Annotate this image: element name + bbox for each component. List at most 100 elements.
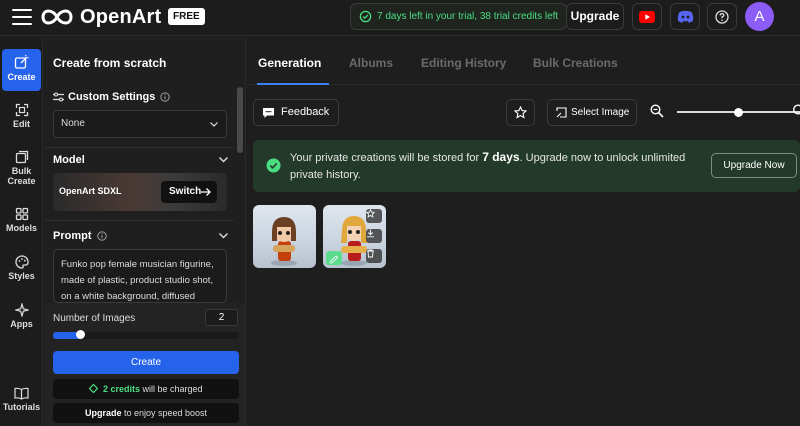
apps-icon bbox=[14, 303, 29, 317]
tab-generation[interactable]: Generation bbox=[258, 56, 321, 70]
favorites-button[interactable] bbox=[506, 99, 535, 126]
arrow-right-icon bbox=[201, 188, 211, 196]
custom-settings-header[interactable]: Custom Settings bbox=[53, 91, 171, 103]
main-tabs: Generation Albums Editing History Bulk C… bbox=[247, 37, 800, 85]
prompt-header[interactable]: Prompt bbox=[53, 230, 107, 242]
tab-editing-history[interactable]: Editing History bbox=[421, 56, 506, 70]
youtube-icon bbox=[639, 10, 655, 23]
panel-scrollbar[interactable] bbox=[237, 87, 243, 153]
generated-image[interactable] bbox=[323, 205, 386, 268]
help-icon bbox=[715, 9, 729, 24]
star-icon bbox=[514, 106, 527, 119]
model-name: OpenArt SDXL bbox=[59, 186, 122, 196]
model-header-label[interactable]: Model bbox=[53, 154, 85, 166]
model-card[interactable]: OpenArt SDXL Switch bbox=[53, 173, 227, 211]
upgrade-now-button[interactable]: Upgrade Now bbox=[711, 153, 797, 178]
custom-settings-select[interactable]: None bbox=[53, 110, 227, 138]
edit-icon bbox=[15, 103, 28, 117]
generated-image[interactable] bbox=[253, 205, 316, 268]
switch-model-button[interactable]: Switch bbox=[161, 181, 217, 203]
info-icon[interactable] bbox=[160, 92, 171, 102]
prompt-input[interactable]: Funko pop female musician figurine, made… bbox=[53, 249, 227, 303]
speed-boost-notice: Upgrade to enjoy speed boost bbox=[53, 403, 239, 423]
feedback-label: Feedback bbox=[281, 106, 330, 118]
banner-text-before: Your private creations will be stored fo… bbox=[290, 152, 480, 164]
star-icon bbox=[366, 209, 375, 218]
credits-suffix: will be charged bbox=[142, 384, 203, 394]
custom-settings-value: None bbox=[61, 118, 85, 129]
custom-settings-label: Custom Settings bbox=[68, 91, 156, 103]
feedback-icon bbox=[263, 108, 274, 118]
credits-notice: 2 credits will be charged bbox=[53, 379, 239, 399]
zoom-out-icon[interactable] bbox=[650, 104, 664, 118]
rail-item-tutorials[interactable]: Tutorials bbox=[2, 381, 41, 423]
rail-item-models[interactable]: Models bbox=[2, 201, 41, 243]
help-button[interactable] bbox=[707, 3, 737, 30]
clock-icon bbox=[359, 10, 372, 23]
active-tab-indicator bbox=[257, 83, 329, 85]
zoom-in-icon[interactable] bbox=[792, 104, 800, 118]
banner-days: 7 days bbox=[482, 150, 520, 164]
favorite-image-button[interactable] bbox=[366, 209, 382, 223]
divider bbox=[44, 220, 234, 221]
rail-item-styles[interactable]: Styles bbox=[2, 249, 41, 291]
rail-label: Styles bbox=[8, 271, 35, 281]
delete-image-button[interactable] bbox=[366, 249, 382, 263]
trial-status[interactable]: 7 days left in your trial, 38 trial cred… bbox=[350, 3, 568, 30]
edit-pencil-icon bbox=[329, 255, 339, 264]
number-of-images-label: Number of Images bbox=[53, 313, 136, 324]
rail-item-apps[interactable]: Apps bbox=[2, 297, 41, 339]
rail-label: Tutorials bbox=[2, 402, 41, 412]
download-image-button[interactable] bbox=[366, 229, 382, 243]
download-icon bbox=[367, 229, 374, 238]
left-rail: Create Edit Bulk Create Models Styles Ap… bbox=[0, 37, 43, 426]
upgrade-button[interactable]: Upgrade bbox=[566, 3, 624, 30]
rail-item-bulk-create[interactable]: Bulk Create bbox=[2, 144, 41, 194]
bulk-create-icon bbox=[15, 150, 28, 164]
chevron-up-icon[interactable] bbox=[219, 157, 228, 163]
create-button[interactable]: Create bbox=[53, 351, 239, 374]
speed-suffix: to enjoy speed boost bbox=[123, 408, 208, 418]
plan-badge: FREE bbox=[168, 8, 205, 25]
divider bbox=[44, 147, 234, 148]
discord-button[interactable] bbox=[670, 3, 700, 30]
palette-icon bbox=[14, 255, 29, 269]
sliders-icon bbox=[53, 92, 64, 102]
check-circle-icon bbox=[266, 158, 281, 173]
openart-logo-icon bbox=[41, 9, 73, 25]
select-image-button[interactable]: Select Image bbox=[547, 99, 637, 126]
feedback-button[interactable]: Feedback bbox=[253, 99, 339, 126]
trash-icon bbox=[367, 249, 374, 258]
zoom-slider-handle[interactable] bbox=[734, 108, 743, 117]
discord-icon bbox=[677, 10, 693, 23]
create-icon bbox=[14, 55, 29, 69]
rail-label: Bulk Create bbox=[7, 166, 36, 186]
generation-controls: Number of Images 2 Create 2 credits will… bbox=[44, 303, 245, 426]
rail-label: Apps bbox=[10, 319, 33, 329]
edit-image-button[interactable] bbox=[326, 251, 342, 265]
top-bar: OpenArt FREE 7 days left in your trial, … bbox=[0, 0, 800, 36]
menu-icon[interactable] bbox=[12, 9, 32, 25]
number-of-images-input[interactable]: 2 bbox=[205, 309, 238, 326]
figurine-image bbox=[271, 217, 297, 266]
youtube-button[interactable] bbox=[632, 3, 662, 30]
info-icon[interactable] bbox=[96, 231, 107, 241]
prompt-label: Prompt bbox=[53, 230, 92, 242]
rail-label: Models bbox=[5, 223, 37, 233]
rail-item-edit[interactable]: Edit bbox=[2, 97, 41, 139]
create-panel: Create from scratch Custom Settings None… bbox=[44, 37, 246, 426]
avatar[interactable]: A bbox=[745, 2, 774, 31]
chevron-down-icon bbox=[210, 122, 218, 127]
tab-bulk-creations[interactable]: Bulk Creations bbox=[533, 56, 618, 70]
chevron-down-icon[interactable] bbox=[219, 233, 228, 239]
rail-item-create[interactable]: Create bbox=[2, 49, 41, 91]
app-name[interactable]: OpenArt bbox=[80, 6, 161, 29]
diamond-icon bbox=[89, 383, 99, 394]
book-icon bbox=[14, 387, 29, 400]
tab-albums[interactable]: Albums bbox=[349, 56, 393, 70]
rail-label: Edit bbox=[13, 119, 30, 129]
credits-amount: 2 credits bbox=[102, 384, 140, 394]
select-image-label: Select Image bbox=[571, 107, 630, 118]
select-image-icon bbox=[556, 107, 567, 118]
upgrade-link[interactable]: Upgrade bbox=[85, 408, 122, 418]
